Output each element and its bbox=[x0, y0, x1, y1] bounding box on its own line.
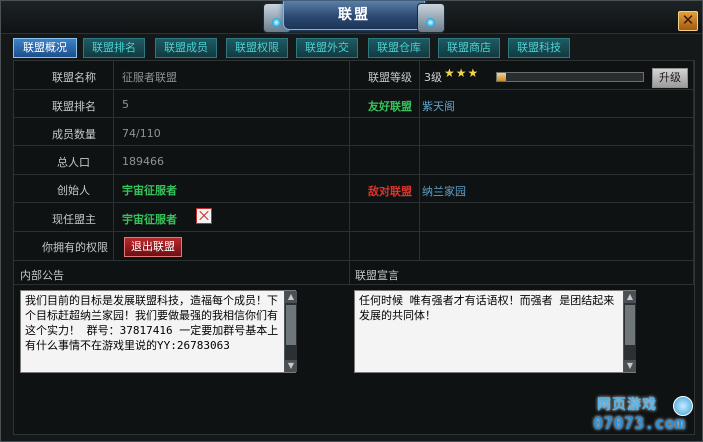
enemy-alliance-label: 敌对联盟 bbox=[368, 185, 412, 198]
alliance-level-value: 3级 bbox=[424, 71, 442, 84]
tab-diplomacy[interactable]: 联盟外交 bbox=[296, 38, 358, 58]
tab-warehouse[interactable]: 联盟仓库 bbox=[368, 38, 430, 58]
member-count-label: 成员数量 bbox=[52, 128, 96, 141]
overview-panel: 联盟名称 征服者联盟 联盟排名 5 成员数量 74/110 总人口 189466… bbox=[13, 60, 695, 435]
internal-notice-label: 内部公告 bbox=[20, 269, 64, 282]
scroll-down-icon[interactable]: ▼ bbox=[624, 360, 636, 372]
star-icon: ★ bbox=[467, 66, 479, 80]
watermark-line1: 网页游戏 bbox=[597, 397, 657, 413]
title-ornament-right-icon bbox=[417, 3, 445, 33]
tab-technology[interactable]: 联盟科技 bbox=[508, 38, 570, 58]
level-progress-fill bbox=[497, 73, 506, 81]
alliance-rank-label: 联盟排名 bbox=[52, 100, 96, 113]
member-count-value: 74/110 bbox=[122, 127, 161, 140]
population-label: 总人口 bbox=[57, 156, 90, 169]
declaration-text[interactable]: 任何时候 唯有强者才有话语权！而强者 是团结起来发展的共同体！ bbox=[354, 290, 636, 373]
leader-label: 现任盟主 bbox=[52, 213, 96, 226]
mascot-icon bbox=[673, 396, 693, 416]
star-icon: ★ bbox=[455, 66, 467, 80]
site-watermark: 网页游戏 07073.com bbox=[593, 394, 701, 440]
quit-alliance-button[interactable]: 退出联盟 bbox=[124, 237, 182, 257]
founder-label: 创始人 bbox=[57, 184, 90, 197]
declaration-label: 联盟宣言 bbox=[355, 269, 399, 282]
watermark-line2: 07073.com bbox=[593, 414, 686, 434]
level-progress-bar bbox=[496, 72, 644, 82]
internal-notice-text[interactable]: 我们目前的目标是发展联盟科技，造福每个成员！下个目标赶超纳兰家园！我们要做最强的… bbox=[20, 290, 296, 373]
friend-alliance-label: 友好联盟 bbox=[368, 100, 412, 113]
founder-value[interactable]: 宇宙征服者 bbox=[122, 182, 177, 198]
scroll-thumb[interactable] bbox=[625, 305, 635, 345]
tab-shop[interactable]: 联盟商店 bbox=[438, 38, 500, 58]
internal-notice-scrollbar[interactable]: ▲ ▼ bbox=[284, 291, 297, 372]
tab-overview[interactable]: 联盟概况 bbox=[13, 38, 77, 58]
star-icon: ★ bbox=[444, 66, 455, 80]
tab-ranking[interactable]: 联盟排名 bbox=[83, 38, 145, 58]
alliance-name-label: 联盟名称 bbox=[52, 71, 96, 84]
leader-value[interactable]: 宇宙征服者 bbox=[122, 211, 177, 227]
upgrade-button[interactable]: 升级 bbox=[652, 68, 688, 88]
window-title: 联盟 bbox=[283, 1, 425, 30]
alliance-rank-value: 5 bbox=[122, 98, 129, 111]
level-stars: ★★★ bbox=[444, 66, 479, 80]
population-value: 189466 bbox=[122, 155, 164, 168]
scroll-up-icon[interactable]: ▲ bbox=[285, 291, 297, 303]
tab-permissions[interactable]: 联盟权限 bbox=[226, 38, 288, 58]
close-icon[interactable]: ✕ bbox=[678, 11, 698, 31]
alliance-level-label: 联盟等级 bbox=[368, 71, 412, 84]
tab-members[interactable]: 联盟成员 bbox=[155, 38, 217, 58]
scroll-thumb[interactable] bbox=[286, 305, 296, 345]
mail-icon[interactable] bbox=[196, 208, 212, 224]
declaration-scrollbar[interactable]: ▲ ▼ bbox=[623, 291, 636, 372]
enemy-alliance-value[interactable]: 纳兰家园 bbox=[422, 183, 466, 199]
friend-alliance-value[interactable]: 紫天阁 bbox=[422, 98, 455, 114]
scroll-up-icon[interactable]: ▲ bbox=[624, 291, 636, 303]
alliance-window: 联盟 ✕ 联盟概况 联盟排名 联盟成员 联盟权限 联盟外交 联盟仓库 联盟商店 … bbox=[0, 0, 703, 442]
permission-label: 你拥有的权限 bbox=[42, 241, 108, 254]
title-bar: 联盟 ✕ bbox=[1, 1, 702, 34]
scroll-down-icon[interactable]: ▼ bbox=[285, 360, 297, 372]
alliance-name-value: 征服者联盟 bbox=[122, 71, 177, 84]
